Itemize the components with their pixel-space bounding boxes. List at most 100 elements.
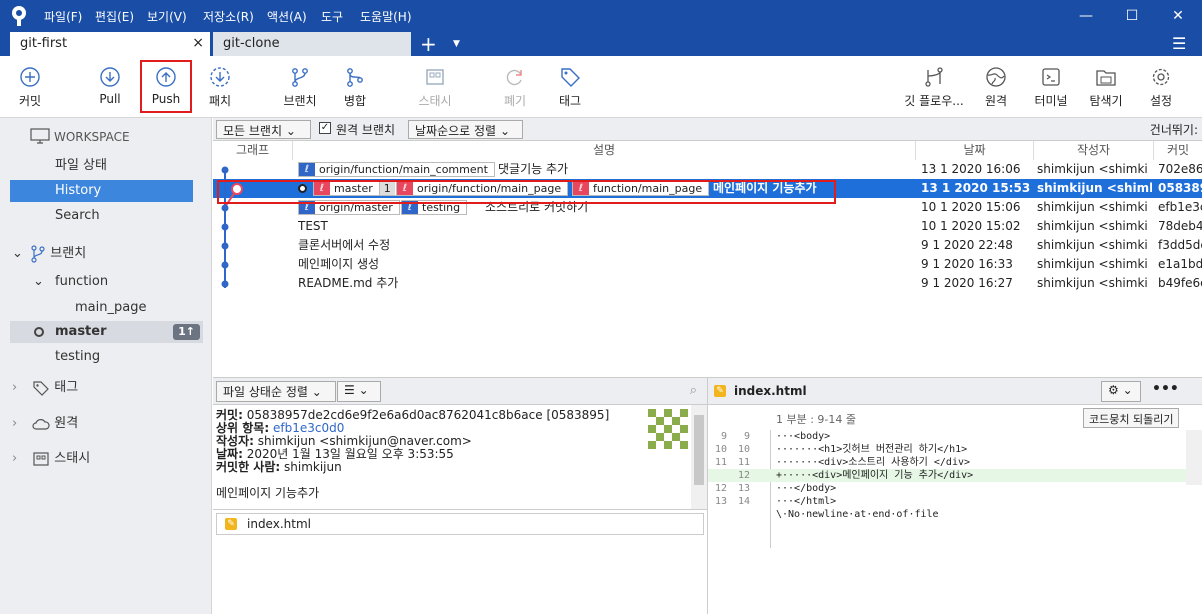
discard-label: 폐기 <box>503 94 527 108</box>
hamburger-menu-icon[interactable]: ☰ <box>1172 34 1186 53</box>
column-author[interactable]: 작성자 <box>1034 141 1154 160</box>
table-row[interactable]: 클론서버에서 수정 9 1 2020 22:48 shimkijun <shimki… <box>213 236 1202 255</box>
settings-button[interactable]: 설정 <box>1131 66 1191 109</box>
modified-file-icon: ✎ <box>714 385 726 397</box>
detail-toolbar: 파일 상태순 정렬 ⌄ ☰ ⌄ ⌕ <box>213 378 707 405</box>
menu-file[interactable]: 파일(F) <box>44 8 82 25</box>
new-line-number: 12 <box>737 470 750 481</box>
tab-git-first[interactable]: git-first × <box>10 32 210 56</box>
gitflow-icon <box>925 67 943 87</box>
gear-icon <box>1152 68 1170 86</box>
column-date[interactable]: 날짜 <box>916 141 1034 160</box>
menu-help[interactable]: 도움말(H) <box>360 8 412 25</box>
sidebar-item-search[interactable]: Search <box>0 205 203 227</box>
commit-message: 메인페이지 기능추가 <box>216 486 320 500</box>
stash-icon <box>33 451 49 466</box>
sidebar-item-testing[interactable]: testing <box>0 346 203 368</box>
table-row[interactable]: README.md 추가 9 1 2020 16:27 shimkijun <shi… <box>213 274 1202 293</box>
tag-button[interactable]: 태그 <box>540 66 600 109</box>
chevron-down-icon: ⌄ <box>499 124 510 138</box>
tag-label: 태그 <box>558 94 582 108</box>
diff-options-dropdown[interactable]: ⚙ ⌄ <box>1101 381 1141 402</box>
column-graph[interactable]: 그래프 <box>213 141 293 160</box>
parent-link[interactable]: efb1e3c0d0 <box>273 421 344 435</box>
commit-description: 댓글기능 추가 <box>498 162 569 176</box>
branch-ref-icon: ℓ <box>299 163 315 176</box>
discard-button[interactable]: 폐기 <box>485 66 545 109</box>
commit-label: 커밋: <box>216 408 243 422</box>
close-tab-icon[interactable]: × <box>192 35 204 51</box>
branch-label: 브랜치 <box>283 94 317 108</box>
sidebar-item-history[interactable]: History <box>10 180 193 202</box>
sort-value: 날짜순으로 정렬 <box>415 124 497 138</box>
sidebar-section-remotes[interactable]: › 원격 <box>0 413 203 435</box>
graph-node <box>221 223 229 231</box>
diff-code: ···</html> <box>776 496 837 507</box>
terminal-button[interactable]: 터미널 <box>1021 66 1081 109</box>
menu-actions[interactable]: 액션(A) <box>267 8 307 25</box>
minimize-icon[interactable]: — <box>1076 6 1096 26</box>
menu-tools[interactable]: 도구 <box>321 8 343 25</box>
branch-button[interactable]: 브랜치 <box>270 66 330 109</box>
commit-author: shimkijun <shimk <box>1037 181 1152 195</box>
diff-view: 1 부분 : 9-14 줄 코드뭉치 되돌리기 9 9 ···<body> 10 10 ·… <box>707 405 1202 614</box>
stash-button[interactable]: 스태시 <box>405 66 465 109</box>
explorer-button[interactable]: 탐색기 <box>1076 66 1136 109</box>
sidebar-section-branches[interactable]: ⌄ 브랜치 <box>0 243 203 265</box>
avatar <box>648 409 688 449</box>
search-icon[interactable]: ⌕ <box>690 383 697 398</box>
add-tab-icon[interactable]: + <box>420 32 437 56</box>
sidebar-section-stashes[interactable]: › 스태시 <box>0 448 203 470</box>
remote-button[interactable]: 원격 <box>966 66 1026 109</box>
new-line-number: 9 <box>743 431 750 442</box>
ref-badge[interactable]: ℓ origin/function/main_comment <box>298 162 495 177</box>
menu-edit[interactable]: 편집(E) <box>95 8 134 25</box>
revert-hunk-button[interactable]: 코드뭉치 되돌리기 <box>1083 408 1180 428</box>
tab-dropdown-icon[interactable]: ▼ <box>453 39 460 49</box>
menu-repository[interactable]: 저장소(R) <box>203 8 254 25</box>
sort-dropdown[interactable]: 날짜순으로 정렬 ⌄ <box>408 120 523 139</box>
hunk-header: 1 부분 : 9-14 줄 <box>776 413 857 426</box>
sidebar-item-file-status[interactable]: 파일 상태 <box>0 155 203 177</box>
cloud-icon <box>32 418 50 430</box>
file-sort-dropdown[interactable]: 파일 상태순 정렬 ⌄ <box>216 381 336 402</box>
branch-filter-dropdown[interactable]: 모든 브랜치 ⌄ <box>216 120 311 139</box>
sidebar-item-master[interactable]: master 1↑ <box>10 321 203 343</box>
ahead-count-badge: 1↑ <box>173 324 200 340</box>
old-line-number: 11 <box>714 457 727 468</box>
menu-view[interactable]: 보기(V) <box>147 8 187 25</box>
more-options-icon[interactable]: ••• <box>1152 381 1179 397</box>
column-description[interactable]: 설명 <box>293 141 916 160</box>
commit-button[interactable]: 커밋 <box>0 66 60 109</box>
table-row[interactable]: TEST 10 1 2020 15:02 shimkijun <shimki 78de… <box>213 217 1202 236</box>
table-row[interactable]: ℓ origin/function/main_comment 댓글기능 추가 13 1… <box>213 160 1202 179</box>
sidebar-item-main-page[interactable]: main_page <box>0 297 203 319</box>
commit-author: shimkijun <shimki <box>1037 257 1148 271</box>
sidebar-item-function[interactable]: ⌄ function <box>0 271 203 293</box>
maximize-icon[interactable]: ☐ <box>1122 6 1142 26</box>
diff-line: 12 +·····<div>메인페이지 기능 추가</div> <box>708 469 1188 482</box>
tab-git-clone[interactable]: git-clone <box>213 32 411 56</box>
modified-file-icon: ✎ <box>225 518 237 530</box>
fetch-button[interactable]: 패치 <box>190 66 250 109</box>
merge-button[interactable]: 병합 <box>325 66 385 109</box>
commit-hash: efb1e3c <box>1158 200 1202 214</box>
table-row[interactable]: 메인페이지 생성 9 1 2020 16:33 shimkijun <shimki e… <box>213 255 1202 274</box>
file-row[interactable]: ✎ index.html <box>216 513 704 535</box>
commit-description: 메인페이지 생성 <box>298 257 380 271</box>
pull-button[interactable]: Pull <box>80 66 140 106</box>
view-mode-dropdown[interactable]: ☰ ⌄ <box>337 381 381 402</box>
old-line-number: 10 <box>714 444 727 455</box>
gitflow-button[interactable]: 깃 플로우... <box>898 66 970 109</box>
detail-scrollbar[interactable] <box>691 405 707 509</box>
remote-branches-checkbox[interactable]: ✓ <box>319 122 331 134</box>
pull-icon <box>100 67 120 87</box>
chevron-right-icon: › <box>12 416 18 431</box>
close-window-icon[interactable]: ✕ <box>1168 6 1188 26</box>
commit-description: TEST <box>298 219 328 233</box>
sidebar-section-tags[interactable]: › 태그 <box>0 377 203 399</box>
commit-date: 10 1 2020 15:02 <box>921 219 1021 233</box>
sidebar: WORKSPACE 파일 상태 History Search ⌄ 브랜치 ⌄ fu… <box>0 118 212 614</box>
column-commit[interactable]: 커밋 <box>1154 141 1202 160</box>
diff-scrollbar[interactable] <box>1186 430 1202 485</box>
